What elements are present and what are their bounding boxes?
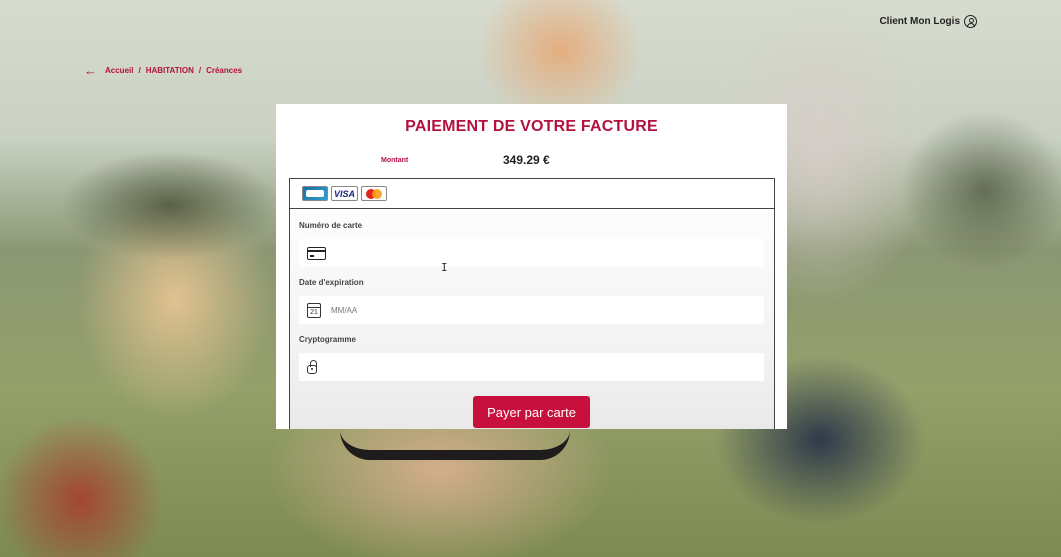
amount-row: Montant 349.29 €: [276, 152, 787, 168]
user-name: Client Mon Logis: [879, 16, 960, 27]
payment-form: VISA Numéro de carte Date d'expiration 2…: [289, 178, 775, 429]
expiry-label: Date d'expiration: [299, 278, 364, 287]
amount-label: Montant: [381, 156, 409, 164]
calendar-icon: 21: [307, 302, 321, 318]
cvv-field[interactable]: [299, 353, 764, 381]
card-number-input[interactable]: [336, 248, 736, 258]
lock-icon: [307, 360, 317, 374]
breadcrumb-item-creances[interactable]: Créances: [206, 66, 242, 75]
background-tree: [900, 110, 1061, 270]
cvv-label: Cryptogramme: [299, 335, 356, 344]
card-number-label: Numéro de carte: [299, 221, 363, 230]
amount-value: 349.29 €: [503, 153, 550, 167]
breadcrumb: ← Accueil / HABITATION / Créances: [84, 64, 242, 77]
breadcrumb-item-accueil[interactable]: Accueil: [105, 66, 133, 75]
payment-title: PAIEMENT DE VOTRE FACTURE: [405, 118, 658, 135]
background-tree: [60, 150, 280, 260]
card-brands: VISA: [290, 179, 774, 209]
breadcrumb-item-habitation[interactable]: HABITATION: [146, 66, 194, 75]
visa-card-icon: VISA: [331, 186, 358, 201]
user-menu[interactable]: Client Mon Logis: [879, 15, 977, 28]
pay-by-card-button[interactable]: Payer par carte: [473, 396, 590, 428]
mastercard-icon: [361, 186, 387, 201]
card-number-field[interactable]: [299, 239, 764, 267]
credit-card-icon: [307, 246, 326, 260]
cvv-input[interactable]: [327, 362, 727, 372]
payment-card: PAIEMENT DE VOTRE FACTURE Montant 349.29…: [276, 104, 787, 429]
breadcrumb-separator: /: [198, 66, 202, 75]
breadcrumb-separator: /: [138, 66, 141, 75]
back-arrow-icon[interactable]: ←: [84, 64, 97, 77]
expiry-input[interactable]: [331, 305, 731, 315]
cb-card-icon: [302, 186, 328, 201]
background-hat-band: [340, 430, 570, 460]
expiry-field[interactable]: 21: [299, 296, 764, 324]
user-account-icon[interactable]: [964, 15, 977, 28]
text-cursor-icon: I: [441, 261, 448, 274]
